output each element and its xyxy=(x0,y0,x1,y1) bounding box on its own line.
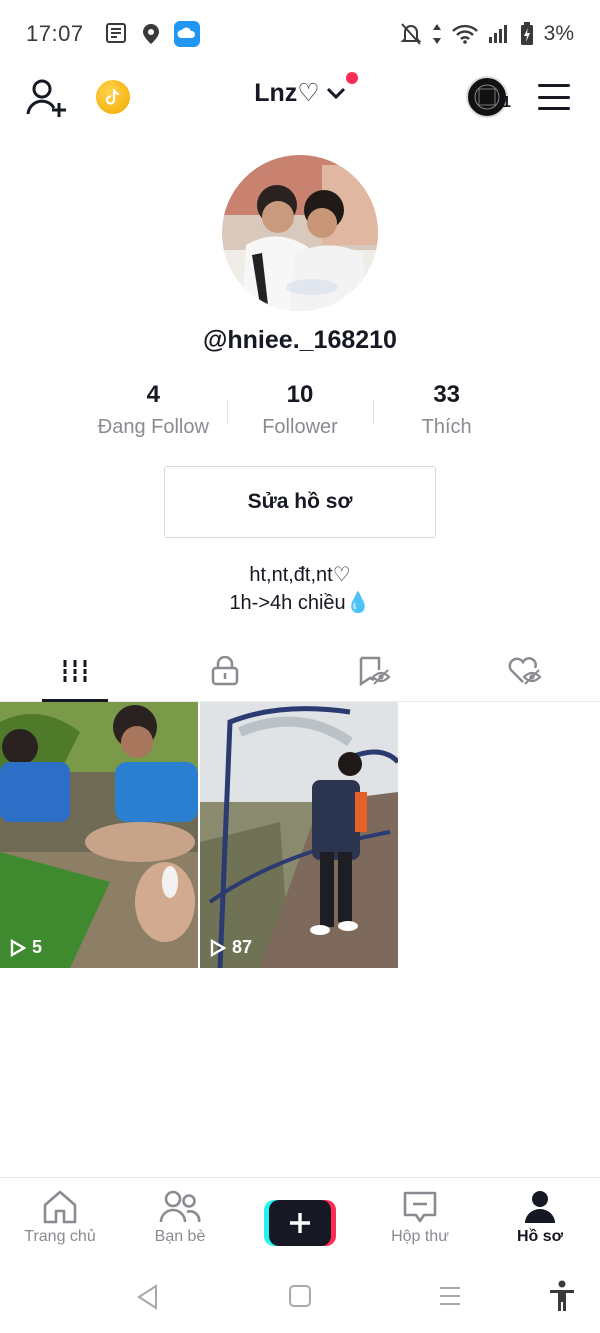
stat-likes[interactable]: 33 Thích xyxy=(373,380,520,439)
notification-dot xyxy=(345,72,358,84)
profile-stats: 4 Đang Follow 10 Follower 33 Thích xyxy=(80,380,520,439)
stat-value: 10 xyxy=(286,381,314,408)
nav-label: Hộp thư xyxy=(391,1228,449,1245)
nav-profile[interactable]: Hồ sơ xyxy=(480,1178,600,1257)
nav-home[interactable]: Trang chủ xyxy=(0,1178,120,1257)
stat-label: Đang Follow xyxy=(97,416,209,438)
tab-liked[interactable] xyxy=(450,640,600,701)
nav-label: Hồ sơ xyxy=(516,1228,564,1245)
battery-percent: 3% xyxy=(543,22,574,45)
menu-icon[interactable] xyxy=(538,84,570,110)
account-switcher[interactable]: Lnz♡ xyxy=(254,72,358,108)
accessibility-icon[interactable] xyxy=(548,1280,576,1312)
back-icon[interactable] xyxy=(136,1284,160,1310)
profile-handle: @hniee._168210 xyxy=(203,326,397,354)
nav-friends[interactable]: Bạn bè xyxy=(120,1178,240,1257)
stat-following[interactable]: 4 Đang Follow xyxy=(80,380,227,439)
home-icon xyxy=(43,1190,77,1224)
chevron-down-icon xyxy=(326,87,345,100)
cloud-app-icon xyxy=(173,21,200,47)
view-count: 87 xyxy=(232,937,253,957)
view-count: 5 xyxy=(32,937,43,957)
top-nav: Lnz♡ 1 xyxy=(0,70,600,126)
stat-value: 33 xyxy=(433,381,461,408)
wifi-icon xyxy=(451,24,478,44)
profile-icon xyxy=(525,1191,555,1223)
grid-icon xyxy=(62,659,88,682)
location-icon xyxy=(142,24,159,44)
nav-inbox[interactable]: Hộp thư xyxy=(360,1178,480,1257)
bottom-nav: Trang chủ Bạn bè Hộp thư Hồ sơ xyxy=(0,1177,600,1257)
video-thumbnail[interactable]: 5 xyxy=(0,702,198,968)
status-bar: 17:07 3% xyxy=(0,0,600,68)
lock-icon xyxy=(211,655,239,685)
create-button[interactable] xyxy=(264,1200,336,1246)
stat-label: Follower xyxy=(262,416,338,438)
stat-followers[interactable]: 10 Follower xyxy=(226,380,374,439)
bio-line: 1h->4h chiều💧 xyxy=(229,592,371,614)
video-views: 87 xyxy=(210,937,252,958)
username-label: Lnz♡ xyxy=(254,79,320,107)
recents-icon[interactable] xyxy=(438,1284,462,1308)
story-count: 1 xyxy=(502,94,511,111)
liked-hidden-icon xyxy=(508,656,542,685)
stat-value: 4 xyxy=(146,381,161,408)
play-icon xyxy=(10,938,26,957)
profile-bio: ht,nt,đt,nt♡ 1h->4h chiều💧 xyxy=(0,561,600,617)
plus-icon xyxy=(290,1213,310,1233)
nav-label: Bạn bè xyxy=(154,1228,206,1245)
home-button-icon[interactable] xyxy=(288,1284,312,1308)
edit-profile-button[interactable]: Sửa hồ sơ xyxy=(164,466,436,538)
data-arrows-icon xyxy=(432,24,441,44)
tab-videos[interactable] xyxy=(0,640,150,702)
signal-icon xyxy=(488,25,507,43)
saved-hidden-icon xyxy=(359,656,391,686)
nav-create[interactable] xyxy=(240,1178,360,1257)
news-icon xyxy=(105,23,126,43)
status-time: 17:07 xyxy=(26,21,84,46)
video-views: 5 xyxy=(10,937,42,958)
inbox-icon xyxy=(403,1191,437,1223)
friends-icon xyxy=(159,1190,201,1223)
video-grid: 5 87 xyxy=(0,702,600,968)
mute-icon xyxy=(400,23,422,45)
profile-avatar[interactable] xyxy=(222,155,378,311)
play-icon xyxy=(210,938,226,957)
battery-charging-icon xyxy=(520,22,533,45)
profile-tabs xyxy=(0,640,600,702)
nav-label: Trang chủ xyxy=(24,1228,96,1245)
video-thumbnail[interactable]: 87 xyxy=(200,702,398,968)
system-nav-bar xyxy=(0,1262,600,1333)
stat-label: Thích xyxy=(421,416,472,438)
tab-saved[interactable] xyxy=(300,640,450,701)
bio-line: ht,nt,đt,nt♡ xyxy=(249,564,351,586)
tab-private[interactable] xyxy=(150,640,300,701)
